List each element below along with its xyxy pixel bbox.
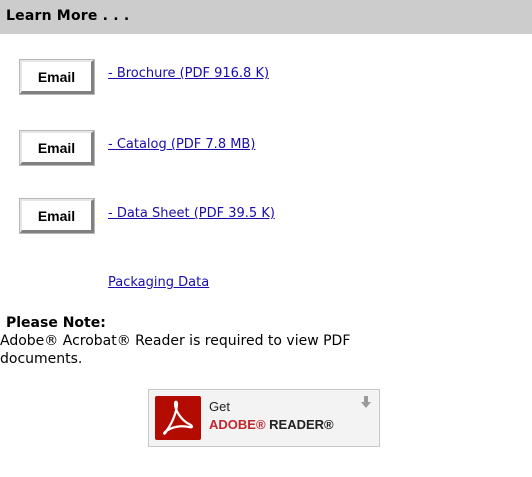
catalog-link[interactable]: - Catalog (PDF 7.8 MB) [108,137,255,152]
email-data-sheet-button[interactable]: Email [19,198,95,234]
email-catalog-button[interactable]: Email [19,130,95,166]
adobe-reader-name: ADOBE® READER® [209,417,334,432]
brochure-link[interactable]: - Brochure (PDF 916.8 K) [108,66,269,81]
acrobat-logo-icon [155,396,201,440]
note-text: Adobe® Acrobat® Reader is required to vi… [0,333,351,367]
data-sheet-link[interactable]: - Data Sheet (PDF 39.5 K) [108,206,275,221]
packaging-data-link[interactable]: Packaging Data [108,275,209,290]
adobe-product-text: READER® [265,417,334,432]
section-header: Learn More . . . [0,0,532,34]
email-brochure-button[interactable]: Email [19,59,95,95]
adobe-get-text: Get [209,399,230,414]
download-arrow-icon [361,396,371,412]
section-title: Learn More . . . [6,8,130,24]
adobe-brand-text: ADOBE® [209,417,266,432]
get-adobe-reader-badge[interactable]: Get ADOBE® READER® [148,389,380,447]
note-title: Please Note: [6,315,106,331]
